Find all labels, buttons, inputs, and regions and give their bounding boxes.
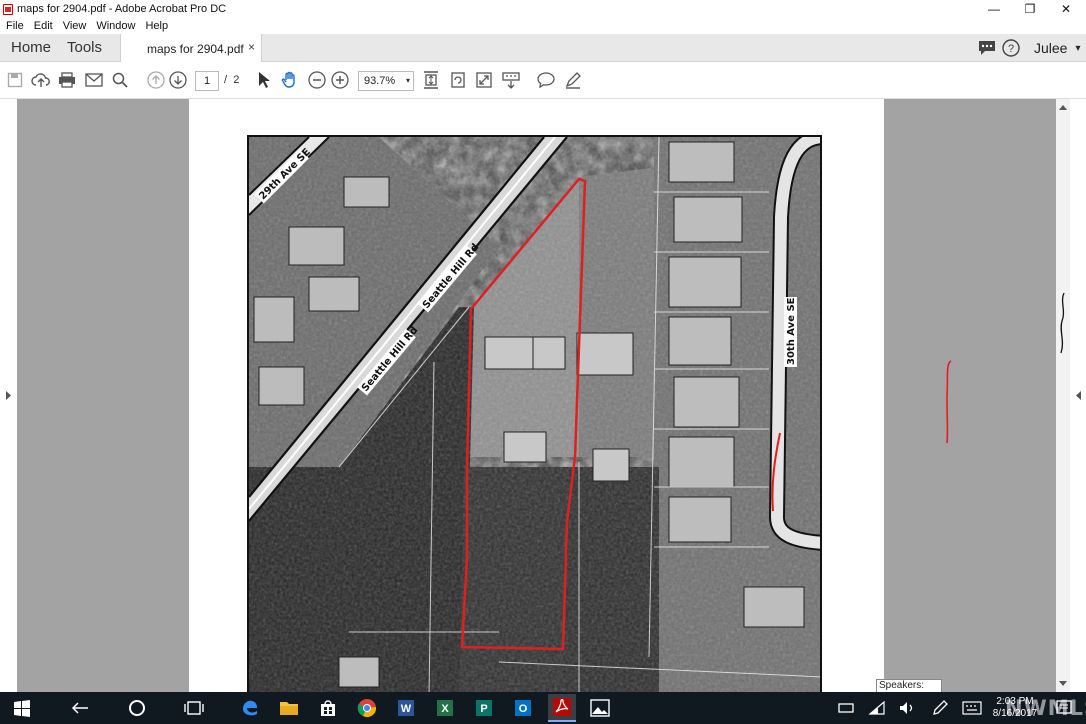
chrome-icon[interactable] [357,698,377,718]
pen-scribble-mark [1060,292,1065,354]
tablet-mode-icon[interactable] [836,698,856,718]
svg-text:?: ? [1008,43,1014,55]
main-toolbar: 1 / 2 93.7% ▾ [0,62,1086,99]
search-icon[interactable] [110,70,130,90]
menu-window[interactable]: Window [96,20,135,32]
menu-edit[interactable]: Edit [34,20,53,32]
fit-page-icon[interactable] [421,70,441,90]
tab-bar: Home Tools maps for 2904.pdf × ? Julee ▾ [0,34,1086,63]
full-screen-icon[interactable] [474,70,494,90]
menu-view[interactable]: View [63,20,87,32]
total-pages: 2 [233,74,240,86]
word-icon[interactable]: W [396,698,416,718]
cloud-upload-icon[interactable] [31,70,51,90]
expand-left-panel-icon[interactable] [5,391,12,400]
windows-taskbar: W X P O 2:03 PM 8/16/2017 [0,692,1086,724]
page-number-input[interactable]: 1 [195,71,219,91]
document-tab-label: maps for 2904.pdf [147,41,244,56]
scroll-down-icon[interactable] [1059,681,1067,687]
outlook-icon[interactable]: O [513,698,533,718]
label-30th-ave: 30th Ave SE [786,297,797,365]
print-icon[interactable] [57,70,77,90]
viewer-background-right [884,99,1056,692]
rotate-view-icon[interactable] [448,70,468,90]
user-menu[interactable]: Julee ▾ [1034,34,1081,62]
add-comment-icon[interactable] [536,70,556,90]
email-icon[interactable] [84,70,104,90]
zoom-value: 93.7% [364,75,396,87]
red-pen-mark [946,360,952,444]
highlight-pen-icon[interactable] [563,70,583,90]
expand-right-panel-icon[interactable] [1075,391,1082,400]
next-page-icon[interactable] [168,70,188,90]
user-name: Julee [1034,40,1068,56]
file-explorer-icon[interactable] [279,698,299,718]
vertical-scrollbar[interactable] [1056,99,1070,692]
chevron-down-icon: ▾ [405,76,410,85]
volume-icon[interactable] [898,698,918,718]
close-tab-icon[interactable]: × [248,40,255,54]
store-icon[interactable] [318,698,338,718]
aerial-map: 29th Ave SE Seattle Hill Rd Seattle Hill… [247,135,822,695]
window-title: maps for 2904.pdf - Adobe Acrobat Pro DC [17,3,227,15]
speakers-tooltip: Speakers: 14% [876,679,942,703]
pdf-page: 29th Ave SE Seattle Hill Rd Seattle Hill… [189,99,884,695]
tab-document[interactable]: maps for 2904.pdf × [120,34,262,63]
zoom-out-icon[interactable] [307,70,327,90]
menu-bar: File Edit View Window Help [0,18,1086,34]
svg-text:W: W [401,703,412,715]
zoom-level-select[interactable]: 93.7% ▾ [358,71,414,91]
hand-tool-icon[interactable] [280,70,300,90]
tab-home[interactable]: Home [11,34,51,62]
keyboard-scroll-icon[interactable] [501,70,521,90]
maximize-button[interactable]: ❐ [1012,0,1048,18]
acrobat-app-icon [3,3,13,15]
menu-help[interactable]: Help [145,20,168,32]
aerial-map-image: 29th Ave SE Seattle Hill Rd Seattle Hill… [249,137,820,693]
title-bar: maps for 2904.pdf - Adobe Acrobat Pro DC [0,0,1086,18]
viewer-background-left [17,99,189,692]
previous-page-icon[interactable] [146,70,166,90]
acrobat-taskbar-icon[interactable] [548,694,576,722]
svg-text:O: O [519,703,528,715]
excel-icon[interactable]: X [435,698,455,718]
back-arrow-icon[interactable] [70,698,90,718]
document-viewer[interactable]: 29th Ave SE Seattle Hill Rd Seattle Hill… [0,99,1086,695]
task-view-icon[interactable] [184,698,204,718]
pen-ink-icon[interactable] [930,698,950,718]
save-icon[interactable] [5,70,25,90]
select-cursor-icon[interactable] [254,70,274,90]
comment-bubble-icon[interactable] [978,34,996,62]
nwmls-watermark: NWMLS [1005,696,1086,720]
edge-browser-icon[interactable] [240,698,260,718]
photos-icon[interactable] [590,698,610,718]
scroll-up-icon[interactable] [1059,104,1067,110]
left-panel-strip [0,99,17,692]
chevron-down-icon: ▾ [1075,42,1081,54]
tab-tools[interactable]: Tools [67,34,102,62]
wifi-icon[interactable] [867,698,887,718]
zoom-in-icon[interactable] [330,70,350,90]
help-icon[interactable]: ? [1002,34,1020,62]
page-separator: / [224,74,228,86]
keyboard-icon[interactable] [962,698,982,718]
menu-file[interactable]: File [6,20,24,32]
right-panel-strip [1070,99,1086,692]
svg-text:P: P [480,703,487,715]
windows-start-icon[interactable] [12,698,32,718]
cortana-circle-icon[interactable] [127,698,147,718]
page-count: / 2 [224,74,239,86]
minimize-button[interactable]: — [976,0,1012,18]
publisher-icon[interactable]: P [474,698,494,718]
close-window-button[interactable]: ✕ [1048,0,1084,18]
svg-text:X: X [441,703,449,715]
